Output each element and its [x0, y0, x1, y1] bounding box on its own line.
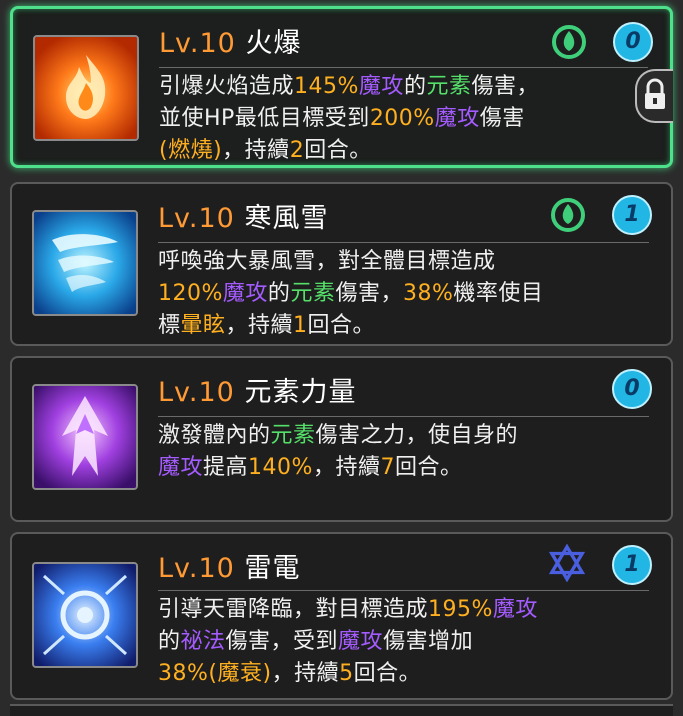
skill-card-fire-burst[interactable]: Lv.10 火爆 0 引爆火焰造成145%魔攻的元素傷害， 並使HP最低目標受到…: [10, 6, 673, 168]
desc-segment: 呼喚強大暴風雪，對全體目標造成: [158, 249, 496, 274]
desc-segment: 的: [403, 74, 427, 99]
desc-segment: 引導天雷降臨，對目標造成: [158, 597, 429, 622]
skill-name: 寒風雪: [244, 203, 329, 234]
desc-line: 激發體內的元素傷害之力，使自身的: [158, 420, 651, 452]
skill-count-badge: 1: [612, 195, 652, 235]
desc-line: (燃燒)，持續2回合。: [159, 135, 650, 167]
skill-title: Lv.10 元素力量: [158, 370, 356, 409]
divider: [158, 590, 649, 591]
desc-segment: 7: [380, 455, 395, 480]
desc-segment: 引爆火焰造成: [159, 74, 295, 99]
skill-count-badge: 1: [612, 545, 652, 585]
leaf-water-icon: [551, 198, 585, 232]
desc-segment: 並使HP最低目標受到: [159, 106, 370, 131]
skill-title: Lv.10 寒風雪: [158, 196, 328, 235]
desc-segment: 元素: [290, 281, 336, 306]
desc-segment: 暈眩: [180, 313, 226, 338]
desc-segment: 140%: [248, 455, 313, 480]
desc-segment: 38%: [402, 281, 454, 306]
skill-description: 激發體內的元素傷害之力，使自身的 魔攻提高140%，持續7回合。: [158, 420, 651, 484]
desc-line: 38%(魔衰)，持續5回合。: [158, 658, 651, 690]
thunder-skill-icon: [32, 562, 138, 668]
desc-segment: 魔攻: [222, 281, 268, 306]
desc-segment: 回合。: [394, 455, 463, 480]
desc-segment: ，持續: [222, 138, 290, 163]
desc-segment: 魔攻: [434, 106, 480, 131]
desc-segment: 傷害增加: [383, 629, 474, 654]
next-card-edge: [10, 704, 673, 716]
blizzard-skill-icon: [32, 210, 138, 316]
skill-title: Lv.10 雷電: [158, 546, 300, 585]
desc-segment: 145%: [294, 74, 359, 99]
desc-segment: 機率使目: [453, 281, 544, 306]
leaf-water-icon: [552, 25, 586, 59]
skill-count-badge: 0: [613, 22, 653, 62]
desc-segment: ，持續: [312, 455, 381, 480]
skill-level: Lv.10: [158, 203, 235, 234]
desc-segment: 傷害之力，使自身的: [315, 423, 519, 448]
skill-level: Lv.10: [158, 553, 235, 584]
skill-card-thunder[interactable]: Lv.10 雷電 1 引導天雷降臨，對目標造成195%魔攻 的祕法傷害，受到魔攻…: [10, 532, 673, 700]
divider: [158, 416, 649, 417]
skill-description: 呼喚強大暴風雪，對全體目標造成 120%魔攻的元素傷害，38%機率使目 標暈眩，…: [158, 246, 651, 342]
desc-line: 並使HP最低目標受到200%魔攻傷害: [159, 103, 650, 135]
fire-skill-icon: [33, 35, 139, 141]
divider: [159, 67, 648, 68]
desc-segment: 傷害: [479, 106, 525, 131]
skill-card-blizzard[interactable]: Lv.10 寒風雪 1 呼喚強大暴風雪，對全體目標造成 120%魔攻的元素傷害，…: [10, 182, 673, 346]
desc-line: 引爆火焰造成145%魔攻的元素傷害，: [159, 71, 650, 103]
divider: [158, 242, 649, 243]
desc-segment: ，持續: [225, 313, 294, 338]
skill-level: Lv.10: [159, 28, 236, 59]
desc-segment: 5: [339, 661, 354, 686]
desc-segment: 魔攻: [338, 629, 384, 654]
desc-segment: 傷害，: [335, 281, 403, 306]
elemental-power-skill-icon: [32, 384, 138, 490]
desc-line: 魔攻提高140%，持續7回合。: [158, 452, 651, 484]
desc-segment: 38%: [158, 661, 209, 686]
desc-segment: 元素: [426, 74, 472, 99]
desc-segment: 回合。: [304, 138, 372, 163]
desc-segment: 回合。: [353, 661, 422, 686]
desc-segment: 195%: [428, 597, 493, 622]
desc-line: 引導天雷降臨，對目標造成195%魔攻: [158, 594, 651, 626]
desc-segment: (燃燒): [159, 138, 223, 163]
lock-icon: [645, 78, 665, 109]
desc-segment: 標: [158, 313, 181, 338]
desc-segment: 的: [158, 629, 181, 654]
skill-level: Lv.10: [158, 377, 235, 408]
hexagram-icon: [548, 544, 586, 582]
desc-segment: 1: [293, 313, 308, 338]
desc-line: 的祕法傷害，受到魔攻傷害增加: [158, 626, 651, 658]
skill-name: 雷電: [244, 553, 301, 584]
skill-card-elemental-power[interactable]: Lv.10 元素力量 0 激發體內的元素傷害之力，使自身的 魔攻提高140%，持…: [10, 356, 673, 522]
desc-segment: 200%: [369, 106, 435, 131]
desc-segment: 激發體內的: [158, 423, 271, 448]
lock-button[interactable]: [635, 69, 673, 123]
desc-segment: 的: [267, 281, 291, 306]
skill-count-badge: 0: [612, 369, 652, 409]
skill-description: 引爆火焰造成145%魔攻的元素傷害， 並使HP最低目標受到200%魔攻傷害 (燃…: [159, 71, 650, 167]
desc-segment: 傷害，受到: [225, 629, 339, 654]
desc-segment: 魔攻: [492, 597, 538, 622]
desc-segment: (魔衰): [208, 661, 272, 686]
desc-segment: ，持續: [271, 661, 340, 686]
skill-name: 火爆: [245, 28, 302, 59]
desc-segment: 2: [289, 138, 305, 163]
skill-title: Lv.10 火爆: [159, 21, 301, 60]
desc-line: 120%魔攻的元素傷害，38%機率使目: [158, 278, 651, 310]
skill-name: 元素力量: [244, 377, 357, 408]
desc-line: 呼喚強大暴風雪，對全體目標造成: [158, 246, 651, 278]
skill-description: 引導天雷降臨，對目標造成195%魔攻 的祕法傷害，受到魔攻傷害增加 38%(魔衰…: [158, 594, 651, 690]
desc-segment: 元素: [270, 423, 316, 448]
desc-segment: 祕法: [180, 629, 226, 654]
desc-segment: 回合。: [307, 313, 376, 338]
desc-line: 標暈眩，持續1回合。: [158, 310, 651, 342]
desc-segment: 120%: [158, 281, 223, 306]
desc-segment: 傷害，: [471, 74, 539, 99]
desc-segment: 魔攻: [158, 455, 204, 480]
desc-segment: 魔攻: [358, 74, 404, 99]
desc-segment: 提高: [203, 455, 249, 480]
